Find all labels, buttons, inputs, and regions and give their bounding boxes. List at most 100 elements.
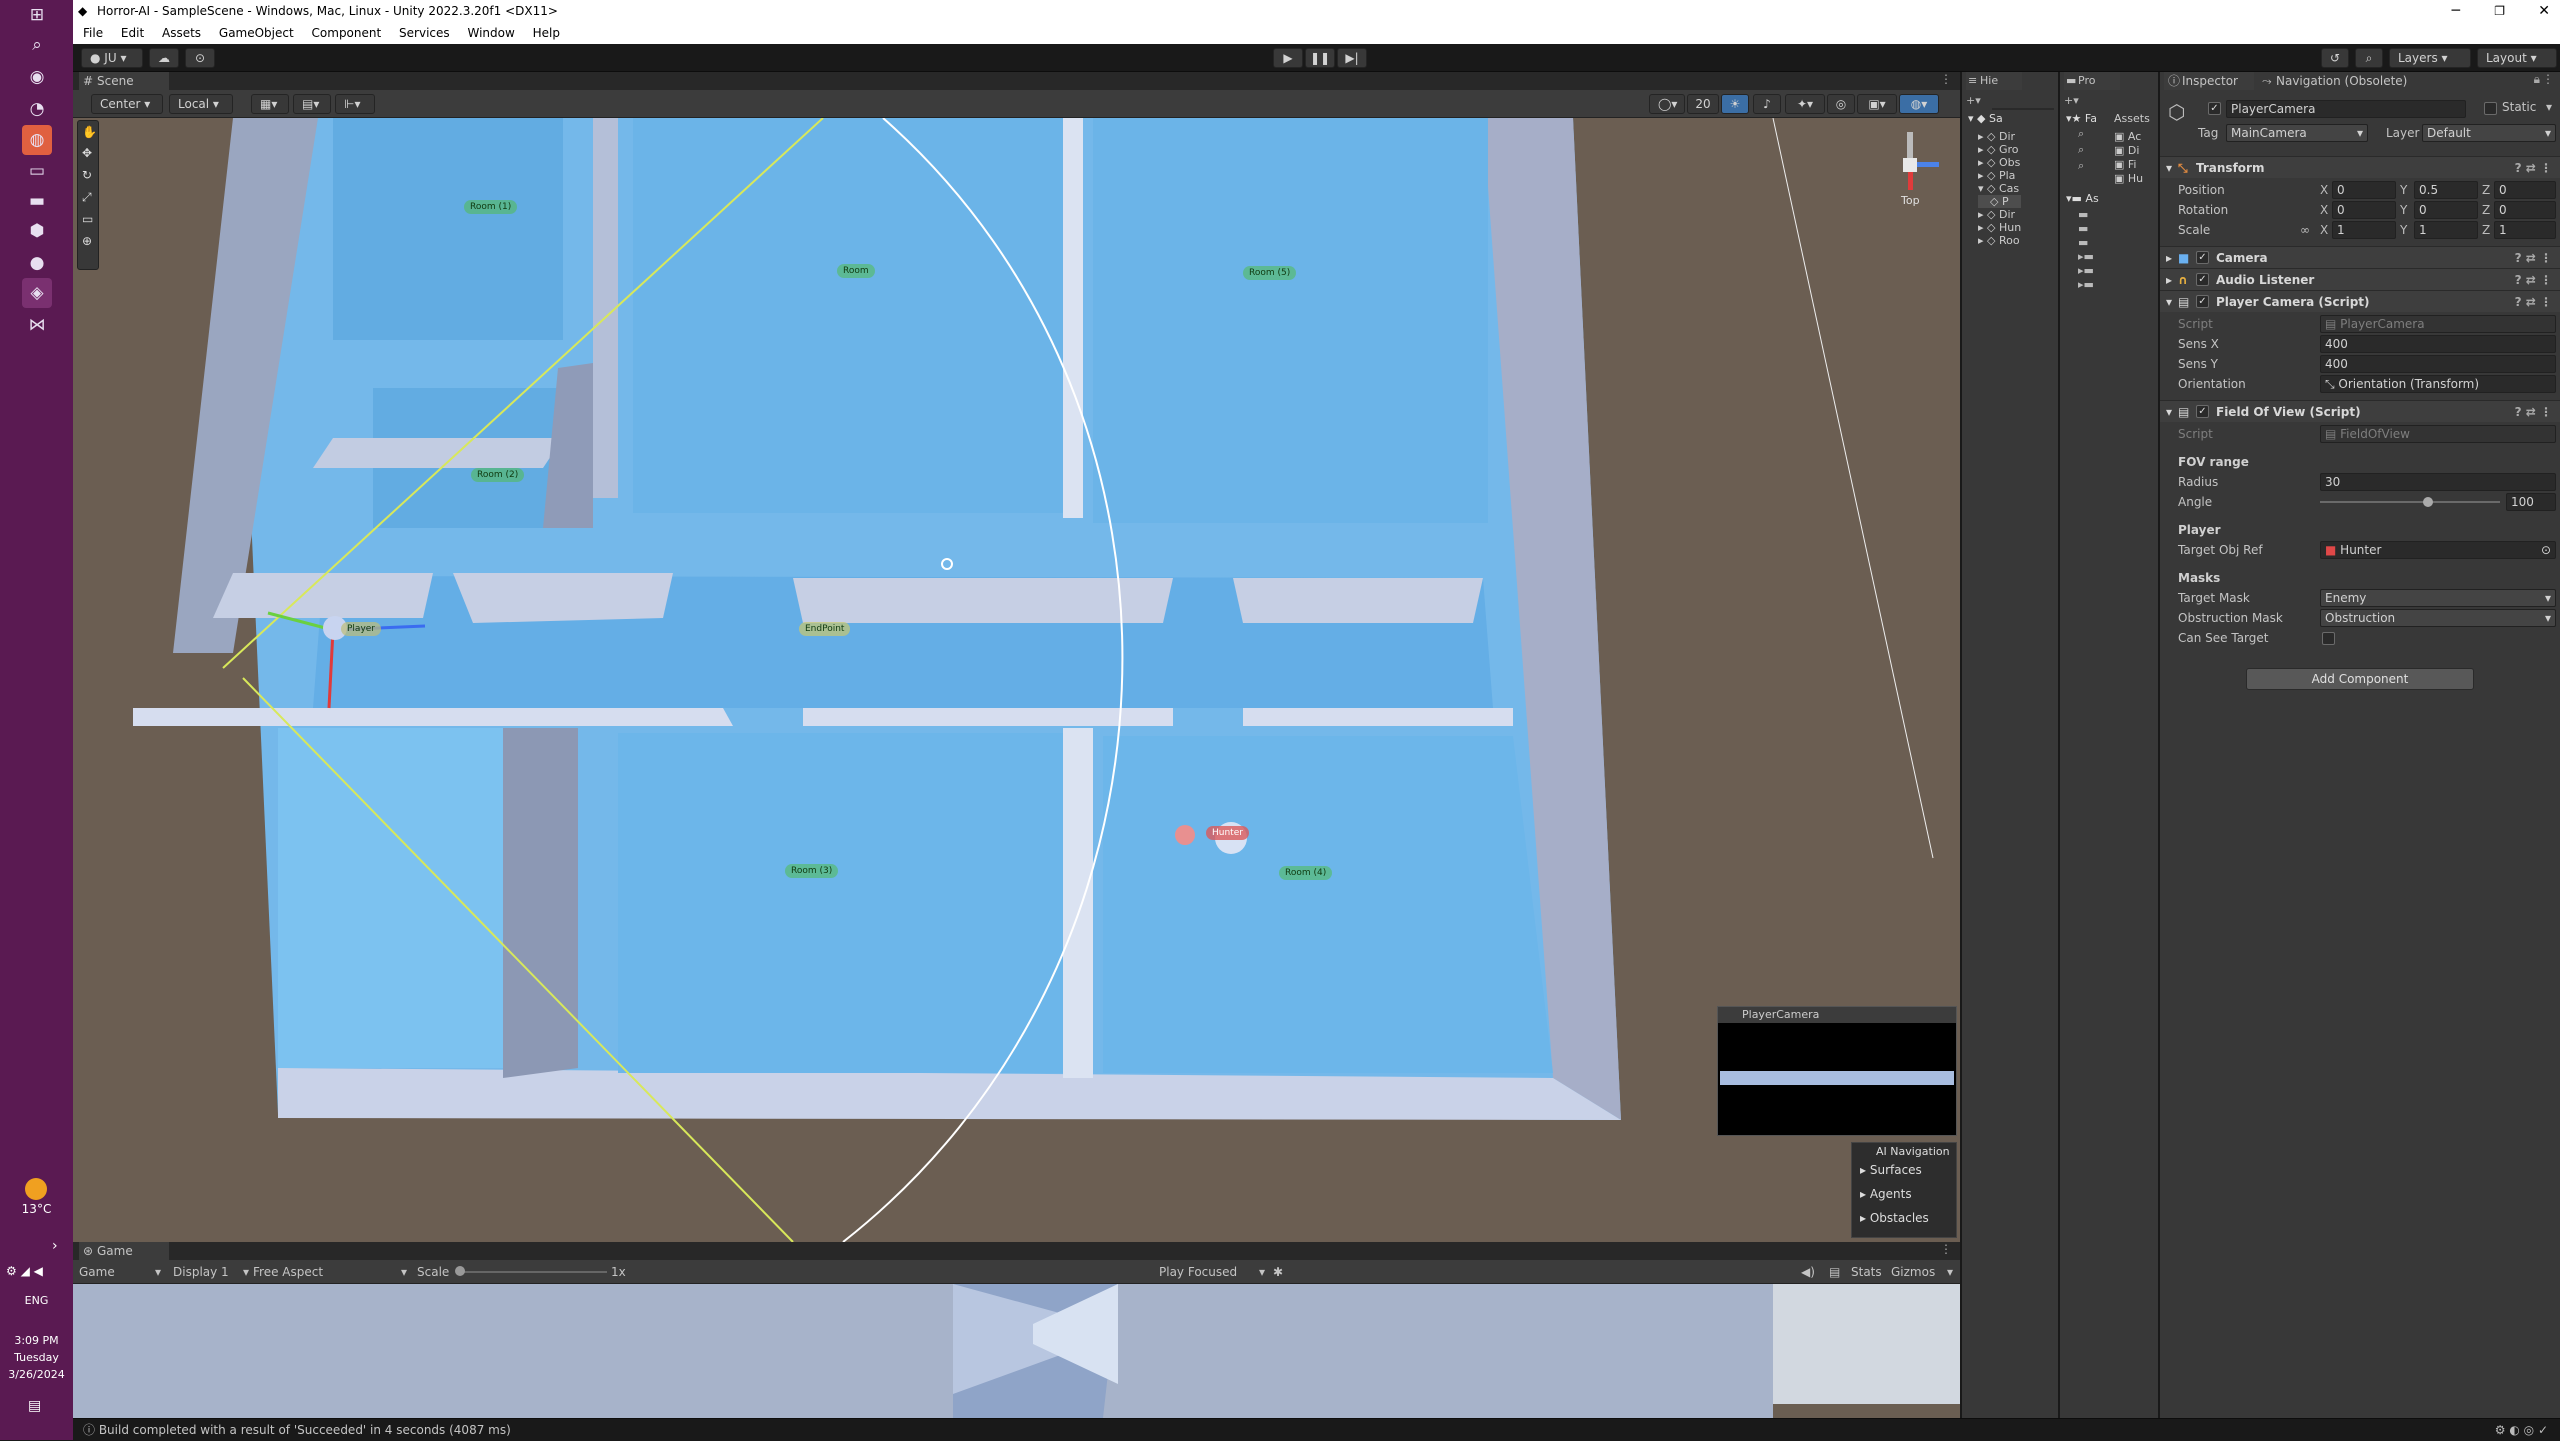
pause-button[interactable]: ❚❚ [1305, 48, 1335, 68]
angle-field[interactable]: 100 [2506, 493, 2556, 511]
label-hunter[interactable]: Hunter [1206, 826, 1249, 840]
component-menu-icons[interactable]: ? ⇄ ⋮ [2515, 269, 2552, 291]
radius-field[interactable]: 30 [2320, 473, 2556, 491]
position-z[interactable]: 0 [2494, 181, 2556, 199]
layers-dropdown[interactable]: Layers ▾ [2389, 48, 2471, 68]
label-room-1[interactable]: Room (1) [464, 200, 518, 214]
play-focus-dropdown[interactable]: Play Focused ▾ [1159, 1262, 1269, 1282]
favorites-row[interactable]: ▾★ Fa [2066, 112, 2097, 125]
panel-menu-icon[interactable]: ⋮ [1940, 1242, 1952, 1256]
assets-root-row[interactable]: ▾▬ As [2066, 192, 2099, 205]
lighting-toggle[interactable]: ☀ [1721, 94, 1749, 114]
audio-toggle[interactable]: ♪ [1753, 94, 1781, 114]
assets-list[interactable]: ▣ Ac ▣ Di ▣ Fi ▣ Hu [2114, 130, 2143, 186]
hand-tool-icon[interactable]: ✋ [82, 125, 97, 139]
list-item[interactable]: ▸ ◇ Dir [1978, 208, 2021, 221]
discord-icon[interactable]: ◍ [22, 125, 52, 155]
tab-hierarchy[interactable]: ≡ Hie [1966, 72, 2022, 90]
collab-icon[interactable]: ⊙ [185, 48, 215, 68]
list-item[interactable]: ▸ ◇ Hun [1978, 221, 2021, 234]
hierarchy-search[interactable] [1992, 108, 2054, 110]
favorites-searches[interactable]: ⌕ ⌕ ⌕ [2078, 126, 2084, 174]
assets-folders[interactable]: ▬ ▬ ▬ ▸▬ ▸▬ ▸▬ [2078, 208, 2094, 292]
scale-tool-icon[interactable]: ⤢ [82, 190, 92, 205]
tab-navigation[interactable]: ⤳ Navigation (Obsolete) [2260, 72, 2450, 90]
ai-nav-obstacles[interactable]: ▸ Obstacles [1860, 1211, 1929, 1225]
label-room-5[interactable]: Room (5) [1243, 266, 1297, 280]
display-dropdown[interactable]: Display 1 ▾ [173, 1262, 253, 1282]
menu-help[interactable]: Help [533, 26, 560, 40]
tab-project[interactable]: ▬ Pro [2064, 72, 2120, 90]
clock-time[interactable]: 3:09 PM [0, 1334, 73, 1347]
menu-component[interactable]: Component [312, 26, 382, 40]
angle-slider-thumb[interactable] [2423, 497, 2433, 507]
hidden-objects-toggle[interactable]: ◎ [1827, 94, 1855, 114]
label-room-4[interactable]: Room (4) [1279, 866, 1333, 880]
camera-enabled-checkbox[interactable]: ✓ [2196, 251, 2209, 264]
label-endpoint[interactable]: EndPoint [799, 622, 851, 636]
position-y[interactable]: 0.5 [2414, 181, 2478, 199]
cloud-icon[interactable]: ☁ [149, 48, 179, 68]
menu-window[interactable]: Window [467, 26, 514, 40]
github-icon[interactable]: ● [22, 248, 52, 278]
scale-slider-thumb[interactable] [455, 1266, 465, 1276]
start-icon[interactable]: ⊞ [22, 0, 52, 30]
frame-debugger-icon[interactable]: ▤ [1829, 1262, 1840, 1282]
scale-z[interactable]: 1 [2494, 221, 2556, 239]
static-checkbox[interactable] [2484, 102, 2497, 115]
label-room-3[interactable]: Room (3) [785, 864, 839, 878]
language[interactable]: ENG [0, 1294, 73, 1307]
chevron-right-icon[interactable]: › [52, 1238, 58, 1254]
hunter-capsule[interactable] [1175, 825, 1195, 845]
create-button[interactable]: +▾ [2064, 94, 2079, 107]
list-item[interactable]: ▣ Di [2114, 144, 2143, 158]
audio-listener-header[interactable]: ▸ ∩ ✓ Audio Listener? ⇄ ⋮ [2160, 268, 2560, 290]
list-item[interactable]: ▣ Hu [2114, 172, 2143, 186]
mute-audio-icon[interactable]: ◀) [1801, 1262, 1815, 1282]
position-x[interactable]: 0 [2332, 181, 2396, 199]
list-item[interactable]: ▸ ◇ Roo [1978, 234, 2021, 247]
layer-dropdown[interactable]: Default ▾ [2422, 124, 2556, 142]
layout-dropdown[interactable]: Layout ▾ [2477, 48, 2557, 68]
static-dropdown-icon[interactable]: ▾ [2546, 100, 2552, 114]
stats-button[interactable]: Stats [1851, 1262, 1882, 1282]
orientation-field[interactable]: ⤡ Orientation (Transform) [2320, 375, 2556, 393]
status-icons[interactable]: ⚙ ◐ ◎ ✓ [2495, 1419, 2548, 1441]
label-player[interactable]: Player [341, 622, 382, 636]
status-message[interactable]: Build completed with a result of 'Succee… [99, 1423, 511, 1437]
render-mode-button[interactable]: ◯▾ [1649, 94, 1685, 114]
link-icon[interactable]: ∞ [2300, 220, 2310, 240]
notification-icon[interactable]: ▤ [28, 1398, 41, 1414]
list-item[interactable]: ▣ Ac [2114, 130, 2143, 144]
scene-viewport[interactable]: Room (1) Room Room (5) Room (2) Player E… [73, 118, 1960, 1242]
fov-enabled-checkbox[interactable]: ✓ [2196, 405, 2209, 418]
panel-menu-icon[interactable]: ⋮ [2542, 72, 2554, 86]
ai-nav-agents[interactable]: ▸ Agents [1860, 1187, 1912, 1201]
menu-gameobject[interactable]: GameObject [219, 26, 294, 40]
tab-inspector[interactable]: ⓘ Inspector [2164, 72, 2254, 90]
tray-icons[interactable]: ⚙ ◢ ◀ [6, 1264, 43, 1278]
ai-nav-surfaces[interactable]: ▸ Surfaces [1860, 1163, 1922, 1177]
scale-y[interactable]: 1 [2414, 221, 2478, 239]
menu-services[interactable]: Services [399, 26, 450, 40]
list-item[interactable]: ▸ ◇ Pla [1978, 169, 2021, 182]
snap-settings-button[interactable]: ⊩▾ [335, 94, 375, 114]
minimize-icon[interactable]: ─ [2452, 0, 2460, 22]
edge-icon[interactable]: ◔ [22, 94, 52, 124]
search-icon[interactable]: ⌕ [2355, 48, 2383, 68]
unity-hub-icon[interactable]: ⬢ [22, 216, 52, 246]
pivot-dropdown[interactable]: Center ▾ [91, 94, 163, 114]
account-dropdown[interactable]: ● JU ▾ [81, 48, 143, 68]
scale-x[interactable]: 1 [2332, 221, 2396, 239]
obstruction-mask-dropdown[interactable]: Obstruction ▾ [2320, 609, 2556, 627]
menu-file[interactable]: File [83, 26, 103, 40]
history-icon[interactable]: ↺ [2321, 48, 2349, 68]
hierarchy-list[interactable]: ▸ ◇ Dir ▸ ◇ Gro ▸ ◇ Obs ▸ ◇ Pla ▾ ◇ Cas … [1978, 130, 2022, 247]
list-item[interactable]: ▾ ◇ Cas [1978, 182, 2021, 195]
angle-slider-track[interactable] [2320, 501, 2500, 503]
grid-size-button[interactable]: 20 [1687, 94, 1719, 114]
active-checkbox[interactable]: ✓ [2208, 102, 2221, 115]
list-item[interactable]: ▣ Fi [2114, 158, 2143, 172]
sensx-field[interactable]: 400 [2320, 335, 2556, 353]
visual-studio-icon[interactable]: ⋈ [22, 310, 52, 340]
